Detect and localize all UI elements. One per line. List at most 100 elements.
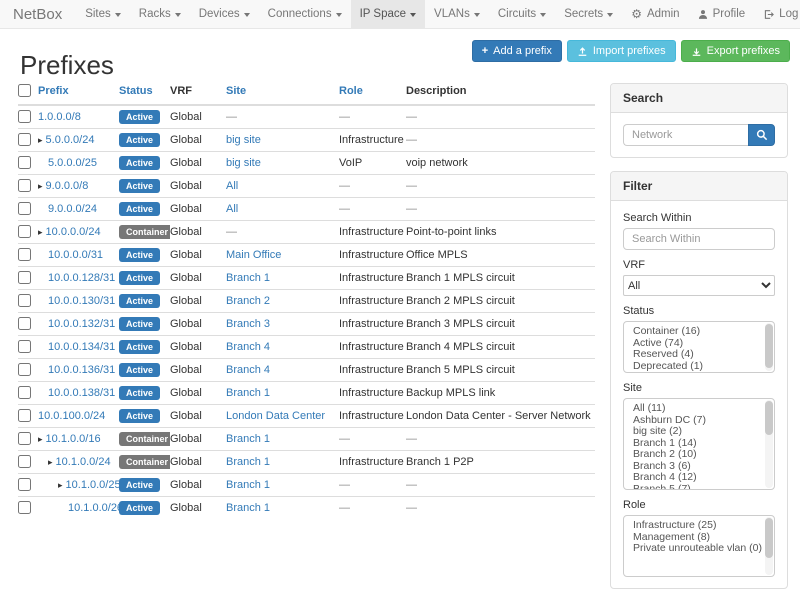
role-option[interactable]: Private unrouteable vlan (0) xyxy=(624,543,774,555)
row-checkbox[interactable] xyxy=(18,501,31,514)
row-checkbox[interactable] xyxy=(18,110,31,123)
prefix-link[interactable]: 5.0.0.0/24 xyxy=(46,134,95,146)
status-option[interactable]: Active (74) xyxy=(624,338,774,350)
nav-item-racks[interactable]: Racks xyxy=(130,0,190,28)
vrf-select[interactable]: All xyxy=(623,275,775,296)
row-checkbox[interactable] xyxy=(18,202,31,215)
prefix-link[interactable]: 10.0.0.0/24 xyxy=(46,226,101,238)
expand-caret-icon[interactable]: ▸ xyxy=(58,480,63,490)
column-header-role[interactable]: Role xyxy=(339,84,406,105)
row-checkbox[interactable] xyxy=(18,179,31,192)
status-badge[interactable]: Active xyxy=(119,156,160,170)
row-checkbox[interactable] xyxy=(18,340,31,353)
expand-caret-icon[interactable]: ▸ xyxy=(38,227,43,237)
prefix-link[interactable]: 10.1.0.0/25 xyxy=(66,479,119,491)
nav-item-vlans[interactable]: VLANs xyxy=(425,0,489,28)
import-prefixes-button[interactable]: Import prefixes xyxy=(567,40,676,62)
row-checkbox[interactable] xyxy=(18,156,31,169)
prefix-link[interactable]: 9.0.0.0/24 xyxy=(48,203,97,215)
add-a-prefix-button[interactable]: +Add a prefix xyxy=(472,40,562,62)
site-link[interactable]: Main Office xyxy=(226,249,281,261)
site-link[interactable]: All xyxy=(226,203,238,215)
column-header-prefix[interactable]: Prefix xyxy=(38,84,119,105)
prefix-link[interactable]: 10.0.100.0/24 xyxy=(38,410,105,422)
status-badge[interactable]: Active xyxy=(119,110,160,124)
status-badge[interactable]: Active xyxy=(119,386,160,400)
row-checkbox[interactable] xyxy=(18,225,31,238)
site-option[interactable]: Branch 4 (12) xyxy=(624,472,774,484)
status-badge[interactable]: Container xyxy=(119,432,170,446)
status-badge[interactable]: Active xyxy=(119,271,160,285)
prefix-link[interactable]: 10.1.0.0/24 xyxy=(56,456,111,468)
brand-logo[interactable]: NetBox xyxy=(0,0,76,28)
search-button[interactable] xyxy=(748,124,775,146)
nav-item-sites[interactable]: Sites xyxy=(76,0,130,28)
status-badge[interactable]: Container xyxy=(119,455,170,469)
site-link[interactable]: Branch 1 xyxy=(226,272,270,284)
expand-caret-icon[interactable]: ▸ xyxy=(38,135,43,145)
row-checkbox[interactable] xyxy=(18,294,31,307)
site-option[interactable]: big site (2) xyxy=(624,426,774,438)
prefix-link[interactable]: 1.0.0.0/8 xyxy=(38,111,81,123)
site-listbox[interactable]: All (11)Ashburn DC (7)big site (2)Branch… xyxy=(623,398,775,490)
nav-item-profile[interactable]: Profile xyxy=(689,0,755,28)
export-prefixes-button[interactable]: Export prefixes xyxy=(681,40,790,62)
status-badge[interactable]: Active xyxy=(119,363,160,377)
nav-item-admin[interactable]: ⚙Admin xyxy=(622,0,688,28)
site-link[interactable]: big site xyxy=(226,134,261,146)
site-link[interactable]: Branch 1 xyxy=(226,479,270,491)
row-checkbox[interactable] xyxy=(18,363,31,376)
prefix-link[interactable]: 10.0.0.128/31 xyxy=(48,272,115,284)
status-option[interactable]: Container (16) xyxy=(624,326,774,338)
site-option[interactable]: Branch 3 (6) xyxy=(624,461,774,473)
prefix-link[interactable]: 10.0.0.134/31 xyxy=(48,341,115,353)
scrollbar-thumb[interactable] xyxy=(765,518,773,558)
row-checkbox[interactable] xyxy=(18,432,31,445)
status-listbox[interactable]: Container (16)Active (74)Reserved (4)Dep… xyxy=(623,321,775,373)
site-link[interactable]: Branch 4 xyxy=(226,341,270,353)
prefix-link[interactable]: 10.0.0.0/31 xyxy=(48,249,103,261)
expand-caret-icon[interactable]: ▸ xyxy=(48,457,53,467)
prefix-link[interactable]: 5.0.0.0/25 xyxy=(48,157,97,169)
select-all-checkbox[interactable] xyxy=(18,84,31,97)
site-link[interactable]: Branch 1 xyxy=(226,502,270,514)
nav-item-log-out[interactable]: Log out xyxy=(754,0,800,28)
role-listbox[interactable]: Infrastructure (25)Management (8)Private… xyxy=(623,515,775,577)
status-badge[interactable]: Active xyxy=(119,478,160,492)
status-badge[interactable]: Active xyxy=(119,179,160,193)
site-link[interactable]: Branch 1 xyxy=(226,456,270,468)
column-header-status[interactable]: Status xyxy=(119,84,170,105)
role-option[interactable]: Infrastructure (25) xyxy=(624,520,774,532)
search-within-input[interactable] xyxy=(623,228,775,250)
nav-item-connections[interactable]: Connections xyxy=(259,0,351,28)
row-checkbox[interactable] xyxy=(18,455,31,468)
expand-caret-icon[interactable]: ▸ xyxy=(38,434,43,444)
prefix-link[interactable]: 10.0.0.132/31 xyxy=(48,318,115,330)
row-checkbox[interactable] xyxy=(18,317,31,330)
status-badge[interactable]: Active xyxy=(119,202,160,216)
site-link[interactable]: Branch 2 xyxy=(226,295,270,307)
site-option[interactable]: Branch 2 (10) xyxy=(624,449,774,461)
site-link[interactable]: All xyxy=(226,180,238,192)
scrollbar-thumb[interactable] xyxy=(765,324,773,368)
site-link[interactable]: Branch 1 xyxy=(226,433,270,445)
row-checkbox[interactable] xyxy=(18,386,31,399)
site-link[interactable]: Branch 4 xyxy=(226,364,270,376)
prefix-link[interactable]: 10.1.0.0/26 xyxy=(68,502,119,514)
nav-item-secrets[interactable]: Secrets xyxy=(555,0,622,28)
row-checkbox[interactable] xyxy=(18,271,31,284)
nav-item-devices[interactable]: Devices xyxy=(190,0,259,28)
site-option[interactable]: Branch 5 (7) xyxy=(624,484,774,491)
row-checkbox[interactable] xyxy=(18,133,31,146)
scrollbar-thumb[interactable] xyxy=(765,401,773,435)
site-link[interactable]: London Data Center xyxy=(226,410,325,422)
site-option[interactable]: All (11) xyxy=(624,403,774,415)
site-link[interactable]: big site xyxy=(226,157,261,169)
status-badge[interactable]: Active xyxy=(119,501,160,515)
row-checkbox[interactable] xyxy=(18,248,31,261)
prefix-link[interactable]: 10.0.0.130/31 xyxy=(48,295,115,307)
site-option[interactable]: Ashburn DC (7) xyxy=(624,415,774,427)
row-checkbox[interactable] xyxy=(18,409,31,422)
status-badge[interactable]: Active xyxy=(119,409,160,423)
site-option[interactable]: Branch 1 (14) xyxy=(624,438,774,450)
